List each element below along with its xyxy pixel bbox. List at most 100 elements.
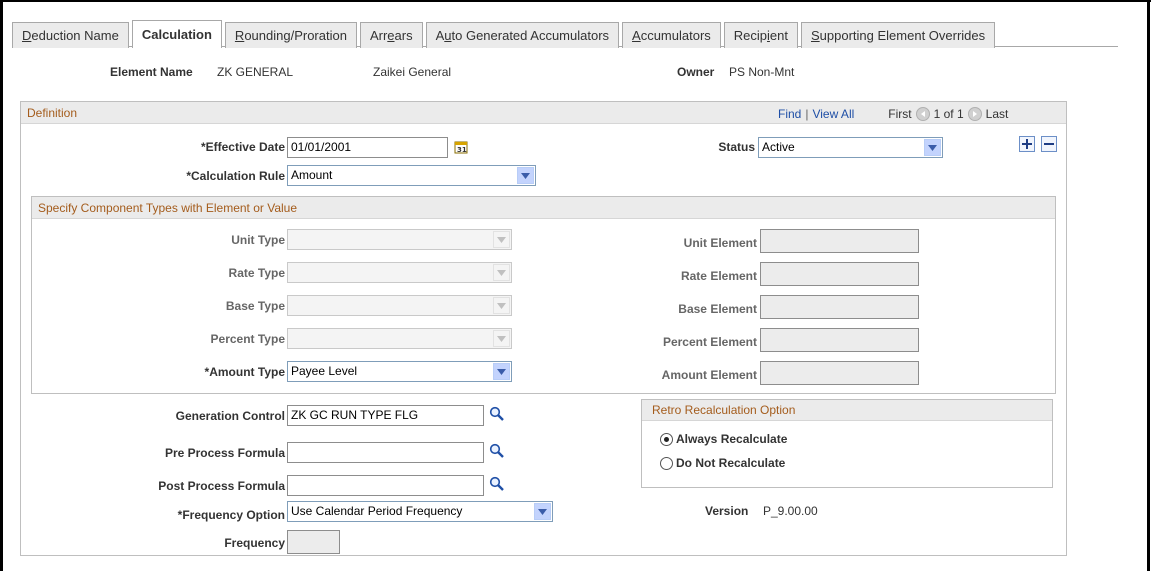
unit-element-label: Unit Element: [683, 236, 757, 250]
chevron-down-icon: [493, 264, 510, 281]
percent-type-label: Percent Type: [210, 332, 285, 346]
tab-accumulators[interactable]: Accumulators: [622, 22, 721, 48]
always-recalculate-radio[interactable]: Always Recalculate: [660, 432, 787, 446]
view-all-link[interactable]: View All: [812, 107, 854, 121]
chevron-down-icon[interactable]: [924, 139, 941, 156]
components-title: Specify Component Types with Element or …: [38, 200, 298, 215]
tab-label-prefix: A: [435, 28, 445, 43]
nav-separator: |: [805, 107, 809, 121]
first-label: First: [888, 107, 912, 121]
do-not-recalculate-radio[interactable]: Do Not Recalculate: [660, 456, 785, 470]
retro-title: Retro Recalculation Option: [652, 403, 796, 417]
search-icon[interactable]: [489, 443, 505, 462]
tab-label-accesskey: D: [22, 28, 32, 43]
add-row-button[interactable]: [1019, 136, 1035, 152]
frequency-option-select[interactable]: Use Calendar Period Frequency: [287, 501, 553, 522]
rate-type-label: Rate Type: [228, 266, 285, 280]
pre-process-formula-input[interactable]: [287, 442, 484, 463]
tab-label-accesskey: e: [387, 28, 395, 43]
chevron-down-icon: [493, 231, 510, 248]
tab-bar: Deduction Name Calculation Rounding/Prorat…: [12, 20, 998, 48]
element-name-value: ZK GENERAL: [217, 65, 294, 79]
radio-empty-icon[interactable]: [660, 456, 673, 470]
base-element-input: [760, 295, 919, 319]
tab-label-accesskey: S: [811, 28, 820, 43]
tab-label-suffix: ars: [394, 28, 413, 43]
components-header: Specify Component Types with Element or …: [32, 197, 1055, 219]
tab-arrears[interactable]: Arr e ars: [359, 22, 423, 48]
status-value: Active: [762, 140, 795, 154]
status-label: Status: [718, 140, 755, 154]
row-navigation: Find | View All First 1 of 1 Last: [778, 107, 1008, 121]
search-icon[interactable]: [489, 476, 505, 495]
effective-date-input[interactable]: 01/01/2001: [287, 137, 448, 158]
calculation-rule-value: Amount: [291, 168, 333, 182]
delete-row-button[interactable]: [1041, 136, 1057, 152]
chevron-down-icon[interactable]: [493, 363, 510, 380]
calendar-icon[interactable]: 31: [454, 140, 468, 157]
unit-element-input: [760, 229, 919, 253]
amount-type-value: Payee Level: [291, 364, 358, 378]
last-label: Last: [985, 107, 1009, 121]
radio-selected-icon[interactable]: [660, 432, 673, 446]
owner-label: Owner: [677, 65, 715, 79]
tab-label-suffix: upporting Element Overrides: [819, 28, 986, 43]
tab-label-suffix: eduction Name: [31, 28, 119, 43]
generation-control-input[interactable]: ZK GC RUN TYPE FLG: [287, 405, 484, 426]
amount-type-label: *Amount Type: [204, 365, 285, 379]
frequency-input: [287, 530, 340, 554]
base-element-label: Base Element: [678, 302, 757, 316]
tab-label-accesskey: u: [444, 28, 452, 43]
window-top-border: [0, 0, 1151, 2]
definition-title: Definition: [27, 105, 78, 120]
tab-label-prefix: Recip: [733, 28, 768, 43]
chevron-down-icon: [493, 297, 510, 314]
next-icon[interactable]: [967, 107, 982, 121]
frequency-option-label: *Frequency Option: [177, 508, 285, 522]
tab-recipient[interactable]: Recip i ent: [723, 22, 798, 48]
element-name-label: Element Name: [110, 65, 193, 79]
svg-text:31: 31: [457, 146, 467, 154]
previous-icon[interactable]: [915, 107, 930, 121]
tab-label-suffix: to Generated Accumulators: [451, 28, 610, 43]
tab-rounding-proration[interactable]: Rounding/Proration: [224, 22, 357, 48]
rate-element-input: [760, 262, 919, 286]
tab-label-prefix: Arr: [369, 28, 388, 43]
percent-type-select: [287, 328, 512, 349]
percent-element-label: Percent Element: [662, 335, 757, 349]
frequency-option-value: Use Calendar Period Frequency: [291, 504, 463, 518]
amount-type-select[interactable]: Payee Level: [287, 361, 512, 382]
chevron-down-icon[interactable]: [517, 167, 534, 184]
percent-element-input: [760, 328, 919, 352]
tab-deduction-name[interactable]: Deduction Name: [12, 22, 129, 48]
window-left-border: [0, 0, 3, 571]
rate-type-select: [287, 262, 512, 283]
tab-supporting-element-overrides[interactable]: Supporting Element Overrides: [801, 22, 996, 48]
generation-control-label: Generation Control: [175, 409, 285, 423]
post-process-formula-input[interactable]: [287, 475, 484, 496]
rate-element-label: Rate Element: [680, 269, 757, 283]
chevron-down-icon[interactable]: [534, 503, 551, 520]
row-range: 1 of 1: [933, 107, 964, 121]
post-process-formula-label: Post Process Formula: [158, 479, 285, 493]
do-not-recalculate-label: Do Not Recalculate: [676, 456, 786, 470]
tab-auto-generated-accumulators[interactable]: Au to Generated Accumulators: [425, 22, 620, 48]
window-right-border: [1147, 0, 1150, 571]
search-icon[interactable]: [489, 406, 505, 425]
always-recalculate-label: Always Recalculate: [676, 432, 788, 446]
calculation-rule-label: *Calculation Rule: [186, 169, 285, 183]
tab-label-suffix: Calculation: [141, 27, 212, 42]
version-label: Version: [705, 504, 749, 518]
amount-element-input: [760, 361, 919, 385]
unit-type-label: Unit Type: [231, 233, 285, 247]
tab-calculation[interactable]: Calculation: [131, 20, 222, 48]
tab-label-accesskey: R: [234, 28, 245, 43]
tab-label-accesskey: A: [632, 28, 641, 43]
owner-value: PS Non-Mnt: [729, 65, 795, 79]
find-link[interactable]: Find: [778, 107, 801, 121]
base-type-select: [287, 295, 512, 316]
calculation-rule-select[interactable]: Amount: [287, 165, 536, 186]
status-select[interactable]: Active: [758, 137, 943, 158]
tab-label-suffix: ent: [769, 28, 788, 43]
effective-date-label: *Effective Date: [200, 140, 285, 154]
